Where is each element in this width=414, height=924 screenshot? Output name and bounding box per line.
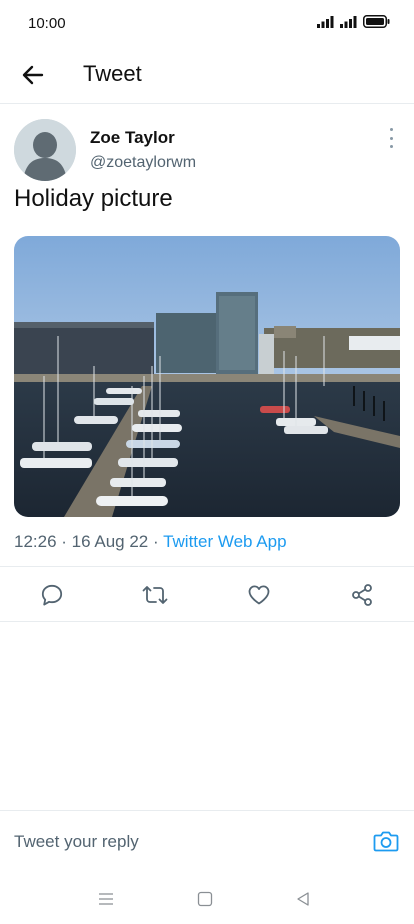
share-icon: [352, 584, 372, 606]
retweet-icon: [142, 586, 168, 604]
meta-separator: ·: [152, 532, 164, 551]
signal-icon-2: [340, 15, 357, 28]
home-button[interactable]: [194, 888, 216, 910]
reply-button[interactable]: [38, 581, 66, 609]
tweet-image[interactable]: [14, 236, 400, 517]
arrow-left-icon: [22, 65, 44, 85]
tweet-meta: 12:26 · 16 Aug 22 · Twitter Web App: [14, 532, 287, 552]
signal-icon: [317, 15, 334, 28]
harbour-marina-photo: [14, 236, 400, 517]
system-nav-bar: [0, 880, 414, 920]
header: Tweet: [0, 46, 414, 104]
back-button[interactable]: [18, 60, 48, 90]
reply-bar: Tweet your reply: [0, 810, 414, 872]
status-time: 10:00: [28, 15, 66, 32]
share-button[interactable]: [348, 581, 376, 609]
recents-button[interactable]: [95, 888, 117, 910]
back-nav-button[interactable]: [292, 888, 314, 910]
reply-input[interactable]: Tweet your reply: [14, 832, 139, 852]
more-dot: [389, 145, 393, 148]
tweet-actions: [0, 566, 414, 622]
tweet-source-link[interactable]: Twitter Web App: [163, 532, 286, 551]
page-title: Tweet: [83, 61, 142, 86]
retweet-button[interactable]: [141, 581, 169, 609]
default-avatar-icon: [14, 119, 76, 181]
tweet-time: 12:26: [14, 532, 57, 551]
tweet-text: Holiday picture: [14, 185, 173, 212]
more-dot: [389, 128, 393, 131]
meta-separator: ·: [61, 532, 72, 551]
heart-icon: [248, 585, 270, 605]
status-icons: [317, 15, 390, 28]
menu-lines-icon: [99, 893, 113, 905]
avatar[interactable]: [14, 119, 76, 181]
square-home-icon: [197, 891, 213, 907]
camera-icon: [373, 831, 399, 852]
camera-button[interactable]: [372, 827, 400, 855]
status-bar: 10:00: [0, 0, 414, 46]
more-dot: [389, 136, 393, 140]
reply-icon: [41, 584, 63, 606]
author-handle[interactable]: @zoetaylorwm: [90, 154, 196, 172]
tweet-date: 16 Aug 22: [71, 532, 149, 551]
triangle-back-icon: [297, 892, 309, 906]
like-button[interactable]: [245, 581, 273, 609]
author-name[interactable]: Zoe Taylor: [90, 128, 175, 148]
more-options-button[interactable]: [386, 128, 396, 148]
battery-icon: [363, 15, 390, 28]
